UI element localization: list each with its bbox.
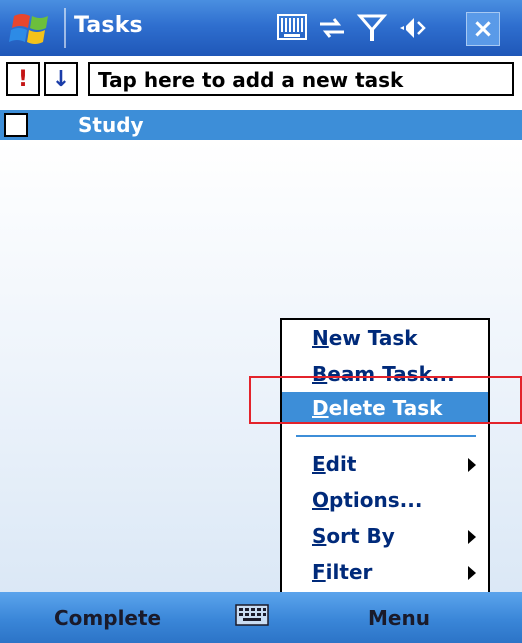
menu-item-label: elete Task [328, 396, 443, 420]
menu-item-label: eam Task... [327, 362, 455, 386]
menu-item-sort-by[interactable]: Sort By [282, 520, 488, 552]
access-key: N [312, 326, 329, 350]
softkey-bar: Complete Menu [0, 592, 522, 643]
menu-item-beam-task[interactable]: Beam Task... [282, 358, 488, 390]
priority-low-button[interactable]: ↓ [44, 62, 78, 96]
speaker-icon[interactable] [398, 12, 430, 44]
title-bar: Tasks × [0, 0, 522, 56]
access-key: F [312, 560, 326, 584]
menu-item-new-task[interactable]: New Task [282, 322, 488, 354]
start-windows-icon[interactable] [8, 10, 56, 48]
keyboard-icon[interactable] [235, 604, 269, 626]
context-menu: New Task Beam Task... Delete Task Edit O… [280, 318, 490, 596]
task-complete-checkbox[interactable] [4, 113, 28, 137]
access-key: E [312, 452, 326, 476]
close-icon: × [472, 14, 494, 44]
menu-item-delete-task[interactable]: Delete Task [282, 392, 488, 424]
task-label: Study [78, 113, 144, 137]
menu-separator [296, 435, 476, 437]
submenu-arrow-icon [468, 530, 476, 544]
access-key: D [312, 396, 329, 420]
menu-item-options[interactable]: Options... [282, 484, 488, 516]
right-softkey-menu[interactable]: Menu [368, 606, 430, 630]
access-key: S [312, 524, 327, 548]
task-row[interactable]: Study [0, 110, 522, 140]
new-task-row: ! ↓ Tap here to add a new task [0, 60, 522, 98]
menu-item-label: ilter [325, 560, 373, 584]
signal-antenna-icon[interactable] [356, 12, 388, 44]
submenu-arrow-icon [468, 458, 476, 472]
priority-high-icon: ! [17, 66, 29, 92]
left-softkey-complete[interactable]: Complete [54, 606, 161, 630]
close-button[interactable]: × [466, 12, 500, 46]
menu-item-label: ew Task [328, 326, 418, 350]
title-separator [64, 8, 66, 48]
submenu-arrow-icon [468, 566, 476, 580]
connectivity-icon[interactable] [316, 12, 348, 44]
new-task-input[interactable]: Tap here to add a new task [88, 62, 514, 96]
menu-item-label: ort By [326, 524, 395, 548]
priority-low-icon: ↓ [51, 66, 71, 92]
priority-high-button[interactable]: ! [6, 62, 40, 96]
app-title: Tasks [74, 13, 143, 38]
access-key: B [312, 362, 328, 386]
barcode-icon[interactable] [276, 12, 308, 44]
access-key: O [312, 488, 330, 512]
menu-item-label: ptions... [329, 488, 423, 512]
menu-item-filter[interactable]: Filter [282, 556, 488, 588]
menu-item-edit[interactable]: Edit [282, 448, 488, 480]
menu-item-label: dit [325, 452, 357, 476]
